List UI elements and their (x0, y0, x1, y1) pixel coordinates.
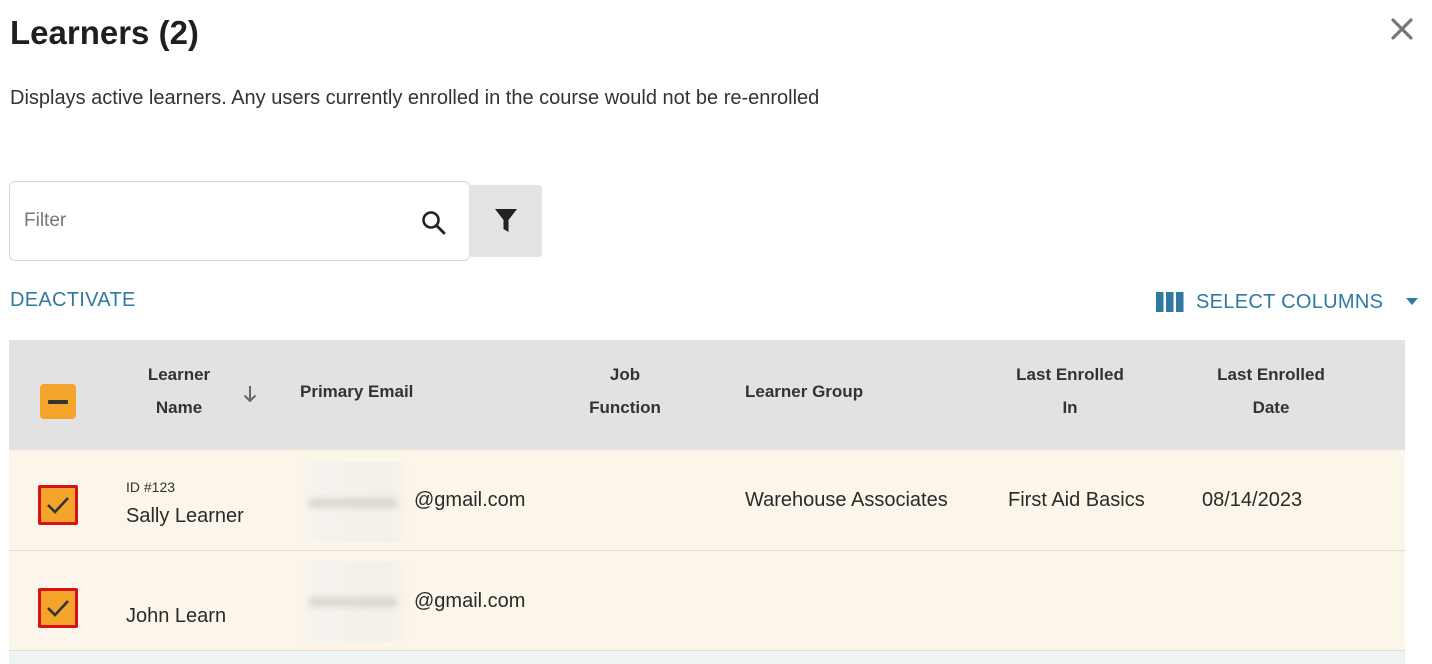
column-header-last-enrolled-date[interactable]: Last Enrolled Date (1206, 358, 1336, 424)
page-description: Displays active learners. Any users curr… (10, 87, 820, 109)
select-all-checkbox[interactable] (40, 384, 76, 419)
column-header-learner-group[interactable]: Learner Group (745, 375, 875, 408)
columns-icon (1156, 292, 1184, 312)
close-icon (1391, 18, 1413, 40)
filter-button[interactable] (469, 185, 542, 257)
deactivate-button[interactable]: DEACTIVATE (10, 289, 136, 312)
learners-table: Learner Name Primary Email Job Function … (9, 340, 1405, 664)
page-title: Learners (2) (10, 14, 199, 51)
check-icon (47, 497, 69, 514)
filter-funnel-icon (494, 209, 517, 232)
last-enrolled-in: First Aid Basics (1008, 489, 1145, 511)
learner-group: Warehouse Associates (745, 489, 948, 511)
check-icon (47, 600, 69, 617)
redacted-email (292, 462, 412, 542)
select-columns-label: SELECT COLUMNS (1196, 290, 1384, 313)
column-header-job-function[interactable]: Job Function (575, 358, 675, 424)
table-row[interactable]: ID #123 Sally Learner @gmail.com Warehou… (9, 450, 1405, 551)
minus-icon (48, 399, 68, 404)
last-enrolled-date: 08/14/2023 (1202, 489, 1303, 511)
column-header-last-enrolled-in[interactable]: Last Enrolled In (1005, 358, 1135, 424)
column-header-learner-name[interactable]: Learner Name (119, 358, 239, 424)
table-row[interactable]: John Learn @gmail.com (9, 551, 1405, 651)
filter-input[interactable] (24, 206, 404, 236)
row-checkbox[interactable] (38, 588, 78, 628)
filter-field (9, 181, 470, 261)
primary-email: @gmail.com (414, 590, 526, 612)
select-columns-button[interactable]: SELECT COLUMNS (1156, 289, 1419, 315)
redacted-email (292, 561, 412, 641)
learner-name: Sally Learner (126, 505, 244, 527)
close-button[interactable] (1388, 15, 1416, 43)
learner-name: John Learn (126, 605, 227, 627)
caret-down-icon (1406, 298, 1419, 305)
column-header-primary-email[interactable]: Primary Email (300, 375, 416, 408)
table-header: Learner Name Primary Email Job Function … (9, 340, 1405, 450)
arrow-down-icon[interactable] (242, 384, 258, 404)
search-icon[interactable] (420, 209, 448, 237)
row-checkbox[interactable] (38, 485, 78, 525)
table-row[interactable] (9, 651, 1405, 664)
learner-id: ID #123 (126, 479, 176, 495)
primary-email: @gmail.com (414, 489, 526, 511)
